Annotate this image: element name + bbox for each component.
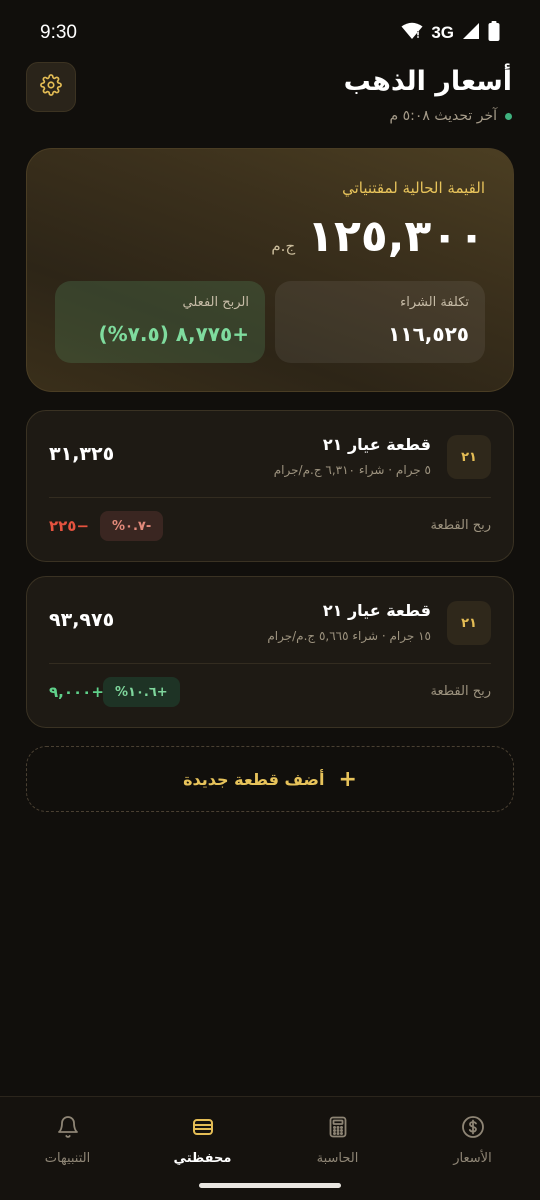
plus-icon: + xyxy=(338,766,357,792)
live-status-dot xyxy=(505,112,512,120)
status-icons: 3G xyxy=(401,20,500,46)
nav-item-wallet[interactable]: محفظتي xyxy=(135,1097,270,1177)
dollar-icon xyxy=(461,1115,485,1143)
bottom-navigation: الأسعار الحاسبة محفظتي التنبيهات xyxy=(0,1096,540,1200)
actual-profit-card: الربح الفعلي +٨,٧٧٥ (٧.٥%) xyxy=(55,281,265,363)
purchase-cost-card: تكلفة الشراء ١١٦,٥٢٥ xyxy=(275,281,485,363)
nav-label: الحاسبة xyxy=(316,1151,359,1166)
nav-label: الأسعار xyxy=(453,1151,492,1166)
app-screen: 9:30 3G أسعار الذهب آخر تحديث ٥:٠٨ م الق… xyxy=(0,0,540,1200)
wifi-icon xyxy=(401,22,423,45)
divider xyxy=(49,497,491,498)
actual-profit-value: +٨,٧٧٥ (٧.٥%) xyxy=(98,322,249,346)
holding-card[interactable]: ٢١ قطعة عيار ٢١ ٥ جرام · شراء ٦,٣١٠ ج.م/… xyxy=(26,410,514,562)
add-piece-label: أضف قطعة جديدة xyxy=(183,769,325,789)
portfolio-currency: ج.م xyxy=(271,237,296,255)
portfolio-value-row: ١٢٥,٣٠٠ ج.م xyxy=(271,211,485,262)
holding-profit-amount: +٩,٠٠٠ xyxy=(49,683,104,701)
status-time: 9:30 xyxy=(40,22,77,43)
gear-icon xyxy=(40,74,62,100)
signal-icon xyxy=(462,22,480,45)
holding-name: قطعة عيار ٢١ xyxy=(322,435,431,454)
nav-item-prices[interactable]: الأسعار xyxy=(405,1097,540,1177)
holding-value: ٣١,٣٢٥ xyxy=(49,443,115,465)
holding-profit-label: ربح القطعة xyxy=(430,684,491,699)
holding-name: قطعة عيار ٢١ xyxy=(322,601,431,620)
calculator-icon xyxy=(326,1115,350,1143)
purchase-cost-label: تكلفة الشراء xyxy=(400,295,469,310)
home-indicator[interactable] xyxy=(199,1183,341,1188)
portfolio-summary-card: القيمة الحالية لمقتنياتي ١٢٥,٣٠٠ ج.م تكل… xyxy=(26,148,514,392)
purchase-cost-value: ١١٦,٥٢٥ xyxy=(388,322,469,346)
karat-badge: ٢١ xyxy=(447,601,491,645)
network-type: 3G xyxy=(431,23,454,42)
nav-items: الأسعار الحاسبة محفظتي التنبيهات xyxy=(0,1097,540,1177)
settings-button[interactable] xyxy=(26,62,76,112)
page-title: أسعار الذهب xyxy=(343,66,512,97)
holding-profit-amount: −٢٢٥ xyxy=(49,517,90,535)
wallet-icon xyxy=(191,1115,215,1143)
nav-label: محفظتي xyxy=(173,1151,232,1166)
holding-card[interactable]: ٢١ قطعة عيار ٢١ ١٥ جرام · شراء ٥,٦٦٥ ج.م… xyxy=(26,576,514,728)
nav-item-calculator[interactable]: الحاسبة xyxy=(270,1097,405,1177)
bell-icon xyxy=(56,1115,80,1143)
holding-percent-badge: -٠.٧% xyxy=(100,511,164,541)
last-update-text: آخر تحديث ٥:٠٨ م xyxy=(389,108,497,124)
holding-value: ٩٣,٩٧٥ xyxy=(49,609,115,631)
battery-icon xyxy=(488,20,500,46)
holding-profit-label: ربح القطعة xyxy=(430,518,491,533)
add-piece-button[interactable]: + أضف قطعة جديدة xyxy=(26,746,514,812)
status-bar: 9:30 3G xyxy=(0,0,540,66)
actual-profit-label: الربح الفعلي xyxy=(182,295,249,310)
header: أسعار الذهب آخر تحديث ٥:٠٨ م xyxy=(26,62,512,132)
divider xyxy=(49,663,491,664)
karat-badge: ٢١ xyxy=(447,435,491,479)
portfolio-total-value: ١٢٥,٣٠٠ xyxy=(307,211,485,262)
last-update: آخر تحديث ٥:٠٨ م xyxy=(389,108,512,124)
nav-item-alerts[interactable]: التنبيهات xyxy=(0,1097,135,1177)
holding-detail: ١٥ جرام · شراء ٥,٦٦٥ ج.م/جرام xyxy=(267,629,431,643)
portfolio-label: القيمة الحالية لمقتنياتي xyxy=(342,179,485,197)
holding-detail: ٥ جرام · شراء ٦,٣١٠ ج.م/جرام xyxy=(273,463,431,477)
holding-percent-badge: +١٠.٦% xyxy=(103,677,180,707)
nav-label: التنبيهات xyxy=(44,1151,91,1166)
